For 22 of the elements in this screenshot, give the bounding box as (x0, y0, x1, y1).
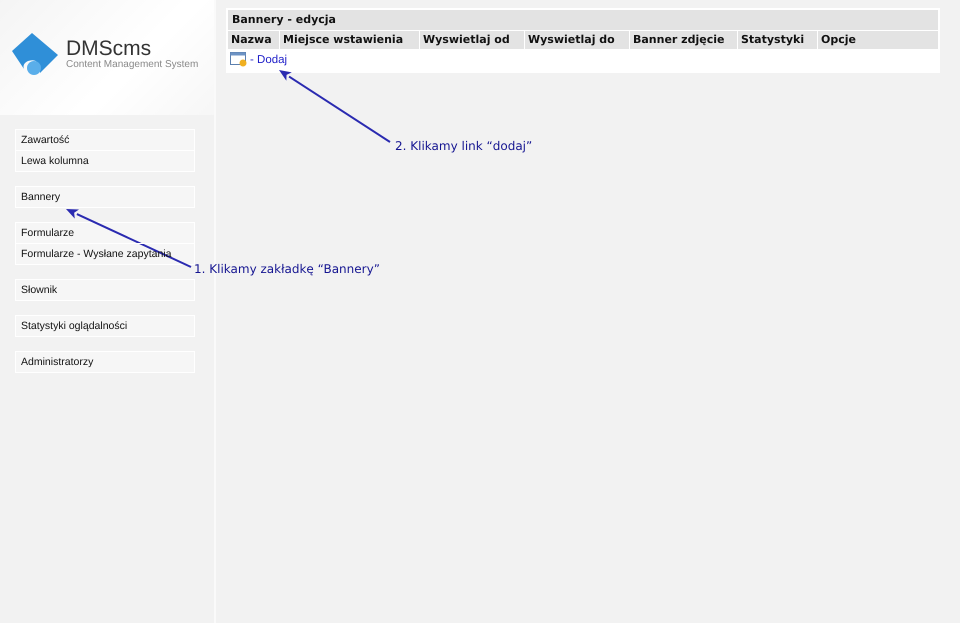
sidebar-item[interactable]: Bannery (16, 187, 194, 207)
sidebar-item[interactable]: Lewa kolumna (16, 150, 194, 171)
annotation-label: 1. Klikamy zakładkę “Bannery” (194, 262, 380, 276)
annotation-label: 2. Klikamy link “dodaj” (395, 139, 532, 153)
panel-title: Bannery - edycja (228, 10, 938, 30)
add-link[interactable]: - Dodaj (250, 54, 288, 66)
add-window-icon (230, 52, 248, 67)
column-header: Nazwa (228, 31, 279, 49)
column-header: Statystyki (738, 31, 817, 49)
sidebar-item[interactable]: Zawartość (16, 130, 194, 150)
logo-icon (10, 30, 60, 76)
column-header: Wyswietlaj od (420, 31, 524, 49)
sidebar-item[interactable]: Formularze (16, 223, 194, 243)
logo-tagline: Content Management System (66, 58, 198, 70)
column-header: Miejsce wstawienia (280, 31, 419, 49)
column-header: Wyswietlaj do (525, 31, 629, 49)
column-header: Banner zdjęcie (630, 31, 737, 49)
sidebar-item[interactable]: Słownik (16, 280, 194, 300)
column-header: Opcje (818, 31, 938, 49)
sidebar-item[interactable]: Administratorzy (16, 352, 194, 372)
sidebar-item[interactable]: Statystyki oglądalności (16, 316, 194, 336)
logo-name: DMScms (66, 38, 152, 58)
